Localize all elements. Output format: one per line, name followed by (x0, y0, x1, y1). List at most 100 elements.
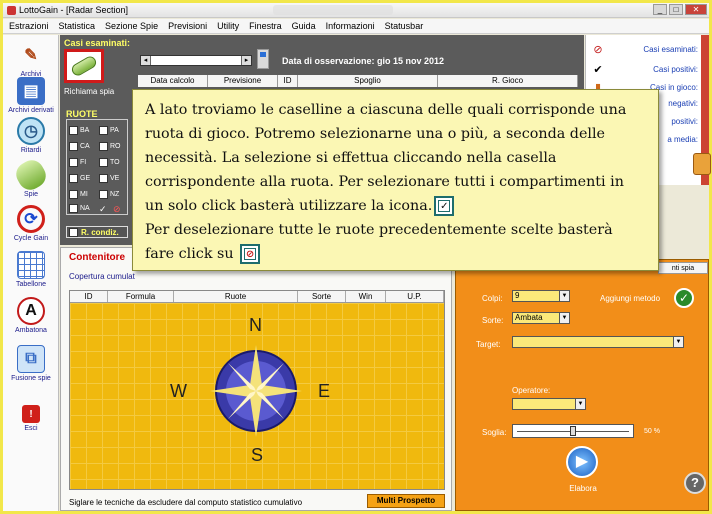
col-formula[interactable]: Formula (108, 291, 174, 302)
calendar-icon[interactable] (257, 49, 269, 69)
table-icon (17, 251, 45, 279)
spy-selector-button[interactable] (64, 49, 104, 83)
menu-statistica[interactable]: Statistica (59, 21, 96, 31)
observation-date: Data di osservazione: gio 15 nov 2012 (282, 56, 445, 66)
wheel-checkbox[interactable]: TO (99, 158, 120, 167)
sidebar-item-archivi-derivati[interactable]: ▤ Archivi derivati (3, 77, 59, 114)
elabora-button[interactable]: ▶ (566, 446, 598, 478)
wheel-checkbox[interactable]: PA (99, 126, 119, 135)
wheel-checkbox[interactable]: RO (99, 142, 121, 151)
menu-bar: Estrazioni Statistica Sezione Spie Previ… (3, 19, 709, 34)
scroll-right-icon[interactable]: ▸ (241, 56, 251, 65)
date-scrollbar[interactable]: ◂ ▸ (140, 55, 252, 66)
jar-button[interactable] (693, 153, 711, 175)
stat-casi-positivi: ✔ Casi positivi: (586, 59, 710, 79)
compass-east: E (318, 381, 331, 401)
slider-knob[interactable] (570, 426, 576, 436)
tab-componenti-spia[interactable]: nti spia (658, 262, 708, 274)
window-controls: _ □ ✕ (653, 4, 707, 15)
sidebar-item-ritardi[interactable]: ◷ Ritardi (3, 117, 59, 154)
maximize-icon[interactable]: □ (669, 4, 683, 15)
app-window: LottoGain - [Radar Section] _ □ ✕ Estraz… (0, 0, 712, 514)
col-id[interactable]: ID (70, 291, 108, 302)
select-all-icon[interactable]: ✓ (99, 204, 107, 215)
wheel-checkbox[interactable]: NZ (99, 190, 119, 199)
soglia-label: Soglia: (482, 428, 507, 437)
colpi-select[interactable]: 9 ▼ (512, 290, 570, 302)
operatore-select[interactable]: ▼ (512, 398, 586, 410)
wheel-checkbox[interactable]: CA (69, 142, 90, 151)
exit-icon: ! (22, 405, 40, 423)
wheel-checkbox[interactable]: MI (69, 190, 88, 199)
forbidden-icon: ⊘ (593, 43, 603, 56)
merge-icon: ⧉ (17, 345, 45, 373)
soglia-value: 50 % (644, 428, 660, 435)
casi-esaminati-title: Casi esaminati: (64, 38, 131, 48)
menu-estrazioni[interactable]: Estrazioni (9, 21, 49, 31)
colpi-label: Colpi: (482, 294, 503, 303)
help-button[interactable]: ? (684, 472, 706, 494)
copertura-label: Copertura cumulat (69, 272, 135, 281)
compass-west: W (170, 381, 187, 401)
chevron-down-icon: ▼ (559, 291, 569, 301)
menu-previsioni[interactable]: Previsioni (168, 21, 207, 31)
scroll-left-icon[interactable]: ◂ (141, 56, 151, 65)
wheel-checkbox[interactable]: VE (99, 174, 119, 183)
techniques-header: ID Formula Ruote Sorte Win U.P. (70, 291, 444, 303)
aggiungi-metodo-label: Aggiungi metodo (600, 294, 661, 303)
select-all-icon: ✓ (434, 196, 455, 216)
target-select[interactable]: ▼ (512, 336, 684, 348)
deselect-all-icon[interactable]: ⊘ (113, 204, 121, 215)
compass-north: N (249, 315, 262, 335)
stat-casi-esaminati: ⊘ Casi esaminati: (586, 39, 710, 59)
menu-sezione-spie[interactable]: Sezione Spie (105, 21, 158, 31)
chevron-down-icon: ▼ (559, 313, 569, 323)
spy-icon (11, 155, 51, 195)
col-ruote[interactable]: Ruote (174, 291, 298, 302)
sorte-label: Sorte: (482, 316, 504, 325)
ruote-checkbox-group: BA PA CA RO FI TO GE VE MI NZ NA ✓ ⊘ (66, 119, 128, 215)
sidebar-item-spie[interactable]: Spie (3, 155, 59, 198)
menu-finestra[interactable]: Finestra (249, 21, 282, 31)
elabora-label: Elabora (569, 484, 597, 493)
wheel-checkbox[interactable]: FI (69, 158, 86, 167)
sidebar-item-esci[interactable]: ! Esci (3, 405, 59, 432)
menu-statusbar[interactable]: Statusbar (385, 21, 424, 31)
clock-icon: ◷ (17, 117, 45, 145)
menu-utility[interactable]: Utility (217, 21, 239, 31)
col-win[interactable]: Win (346, 291, 386, 302)
sidebar-item-archivi[interactable]: ✎ Archivi (3, 41, 59, 78)
close-icon[interactable]: ✕ (685, 4, 707, 15)
sorte-select[interactable]: Ambata ▼ (512, 312, 570, 324)
menu-informazioni[interactable]: Informazioni (326, 21, 375, 31)
col-previsione[interactable]: Previsione (208, 75, 278, 87)
col-r-gioco[interactable]: R. Gioco (438, 75, 578, 87)
wheel-checkbox[interactable]: BA (69, 126, 89, 135)
techniques-grid[interactable]: ID Formula Ruote Sorte Win U.P. N S W E (69, 290, 445, 490)
sidebar-item-tabellone[interactable]: Tabellone (3, 251, 59, 288)
r-condiz-checkbox[interactable]: R. condiz. (66, 226, 128, 238)
soglia-slider[interactable] (512, 424, 634, 438)
results-table-header: Data calcolo Previsione ID Spoglio R. Gi… (138, 75, 578, 87)
footer-hint: Siglare le tecniche da escludere dal com… (69, 498, 303, 507)
add-method-button[interactable]: ✓ (674, 288, 694, 308)
sidebar-item-fusione-spie[interactable]: ⧉ Fusione spie (3, 345, 59, 382)
window-title: LottoGain - [Radar Section] (19, 5, 129, 15)
col-spoglio[interactable]: Spoglio (298, 75, 438, 87)
col-up[interactable]: U.P. (386, 291, 444, 302)
col-data-calcolo[interactable]: Data calcolo (138, 75, 208, 87)
menu-guida[interactable]: Guida (292, 21, 316, 31)
sidebar-item-ambatona[interactable]: A Ambatona (3, 297, 59, 334)
col-sorte[interactable]: Sorte (298, 291, 346, 302)
wheel-checkbox[interactable]: NA (69, 204, 90, 213)
sidebar-item-cycle-gain[interactable]: ⟳ Cycle Gain (3, 205, 59, 242)
pen-icon: ✎ (24, 47, 38, 64)
spy-panel: Casi esaminati: Richiama spia RUOTE BA P… (60, 35, 136, 245)
method-panel: nti spia Colpi: 9 ▼ Aggiungi metodo ✓ So… (455, 259, 709, 511)
ruote-title: RUOTE (66, 109, 98, 119)
title-bar: LottoGain - [Radar Section] _ □ ✕ (3, 3, 709, 18)
multi-prospetto-button[interactable]: Multi Prospetto (367, 494, 445, 508)
wheel-checkbox[interactable]: GE (69, 174, 90, 183)
minimize-icon[interactable]: _ (653, 4, 667, 15)
col-id[interactable]: ID (278, 75, 298, 87)
